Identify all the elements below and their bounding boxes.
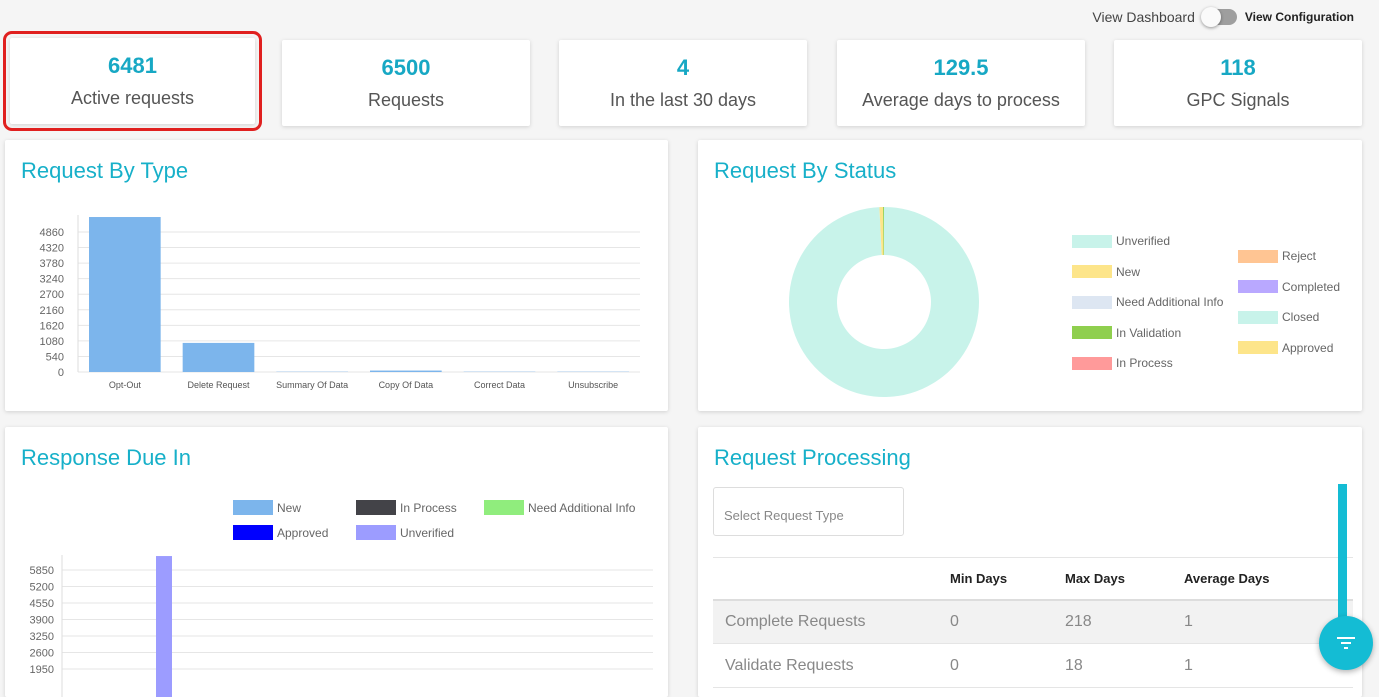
y-tick-label: 4320: [40, 243, 64, 255]
y-tick-label: 1620: [40, 320, 64, 332]
legend-item[interactable]: Reject: [1238, 249, 1316, 263]
legend-swatch: [1238, 311, 1278, 324]
scrollbar-thumb[interactable]: [1338, 484, 1347, 634]
stat-label: In the last 30 days: [559, 90, 807, 111]
legend-item[interactable]: New: [1072, 265, 1140, 279]
y-tick-label: 3250: [30, 631, 54, 643]
x-tick-label: Unsubscribe: [568, 380, 618, 390]
legend-item[interactable]: In Validation: [1072, 326, 1181, 340]
legend-swatch: [1072, 265, 1112, 278]
request-by-type-chart: 0 540 1080 1620 2160 2700 3240 3780 4320 4860 Opt-…: [5, 140, 668, 411]
y-tick-label: 3240: [40, 274, 64, 286]
stat-value: 129.5: [837, 55, 1085, 81]
x-tick-label: Opt-Out: [109, 380, 142, 390]
legend-swatch: [1238, 341, 1278, 354]
y-tick-label: 3900: [30, 615, 54, 627]
legend-label: New: [1116, 265, 1140, 279]
row-label: Complete Requests: [713, 600, 950, 644]
stat-label: Active requests: [10, 88, 255, 109]
legend-label: Approved: [1282, 341, 1333, 355]
column-header: [713, 558, 950, 600]
y-tick-label: 3780: [40, 258, 64, 270]
legend-swatch: [1238, 280, 1278, 293]
legend-item[interactable]: Unverified: [1072, 234, 1170, 248]
legend-swatch: [1238, 250, 1278, 263]
request-by-status-chart: [698, 140, 1362, 411]
y-tick-label: 2600: [30, 648, 54, 660]
min-days: 0: [950, 600, 1065, 644]
stat-label: Requests: [282, 90, 530, 111]
table-header-row: Min Days Max Days Average Days: [713, 558, 1353, 600]
y-tick-label: 2160: [40, 305, 64, 317]
bar-opt-out: [89, 217, 161, 372]
x-tick-label: Delete Request: [187, 380, 250, 390]
column-header: Average Days: [1184, 558, 1353, 600]
legend-item[interactable]: Approved: [1238, 341, 1333, 355]
request-by-type-panel: Request By Type 054010801620216027003240…: [5, 140, 668, 411]
stat-card-gpc-signals[interactable]: 118 GPC Signals: [1114, 40, 1362, 126]
stat-value: 6500: [282, 55, 530, 81]
view-configuration-label: View Configuration: [1245, 10, 1354, 24]
y-tick-label: 5850: [30, 565, 54, 577]
max-days: 218: [1065, 600, 1184, 644]
bar-copy-of-data: [370, 371, 442, 372]
filter-button[interactable]: [1319, 616, 1373, 670]
table-row: Complete Requests 0 218 1: [713, 600, 1353, 644]
legend-swatch: [1072, 326, 1112, 339]
stat-card-active-requests[interactable]: 6481 Active requests: [10, 38, 255, 124]
legend-item[interactable]: Need Additional Info: [1072, 295, 1223, 309]
legend-label: Reject: [1282, 249, 1316, 263]
stat-card-average-days[interactable]: 129.5 Average days to process: [837, 40, 1085, 126]
stat-label: GPC Signals: [1114, 90, 1362, 111]
y-tick-label: 4550: [30, 598, 54, 610]
view-toggle[interactable]: [1203, 9, 1237, 25]
x-tick-label: Copy Of Data: [379, 380, 434, 390]
legend-swatch: [1072, 357, 1112, 370]
stat-card-last-30-days[interactable]: 4 In the last 30 days: [559, 40, 807, 126]
legend-item[interactable]: Closed: [1238, 310, 1319, 324]
bar-delete-request: [183, 343, 255, 372]
legend-item[interactable]: In Process: [1072, 356, 1173, 370]
y-tick-label: 1950: [30, 664, 54, 676]
stat-card-requests[interactable]: 6500 Requests: [282, 40, 530, 126]
legend-label: In Process: [1116, 356, 1173, 370]
panel-title: Request Processing: [714, 445, 911, 471]
y-tick-label: 5200: [30, 582, 54, 594]
y-tick-label: 0: [58, 367, 64, 379]
legend-label: In Validation: [1116, 326, 1181, 340]
legend-label: Need Additional Info: [1116, 295, 1223, 309]
y-tick-label: 4860: [40, 227, 64, 239]
stat-value: 4: [559, 55, 807, 81]
toggle-knob[interactable]: [1201, 7, 1221, 27]
column-header: Min Days: [950, 558, 1065, 600]
filter-icon: [1336, 636, 1356, 650]
request-by-status-panel: Request By Status UnverifiedNewNeed Addi…: [698, 140, 1362, 411]
y-tick-label: 1080: [40, 336, 64, 348]
response-due-in-panel: Response Due In NewIn ProcessNeed Additi…: [5, 427, 668, 697]
request-type-select[interactable]: Select Request Type: [713, 487, 904, 536]
legend-label: Closed: [1282, 310, 1319, 324]
legend-item[interactable]: Completed: [1238, 280, 1340, 294]
y-tick-label: 2700: [40, 289, 64, 301]
view-toggle-bar: View Dashboard View Configuration: [1092, 9, 1354, 25]
stat-value: 6481: [10, 53, 255, 79]
x-tick-label: Correct Data: [474, 380, 525, 390]
legend-swatch: [1072, 296, 1112, 309]
processing-table: Min Days Max Days Average Days Complete …: [713, 557, 1353, 688]
view-dashboard-label: View Dashboard: [1092, 9, 1194, 25]
stat-label: Average days to process: [837, 90, 1085, 111]
column-header: Max Days: [1065, 558, 1184, 600]
bar-unverified: [156, 556, 172, 697]
y-tick-label: 540: [46, 351, 64, 363]
legend-label: Completed: [1282, 280, 1340, 294]
stat-value: 118: [1114, 55, 1362, 81]
response-due-in-chart: 1950 2600 3250 3900 4550 5200 5850: [5, 427, 668, 697]
x-tick-label: Summary Of Data: [276, 380, 348, 390]
request-processing-panel: Request Processing Select Request Type M…: [698, 427, 1362, 697]
legend-swatch: [1072, 235, 1112, 248]
legend-label: Unverified: [1116, 234, 1170, 248]
